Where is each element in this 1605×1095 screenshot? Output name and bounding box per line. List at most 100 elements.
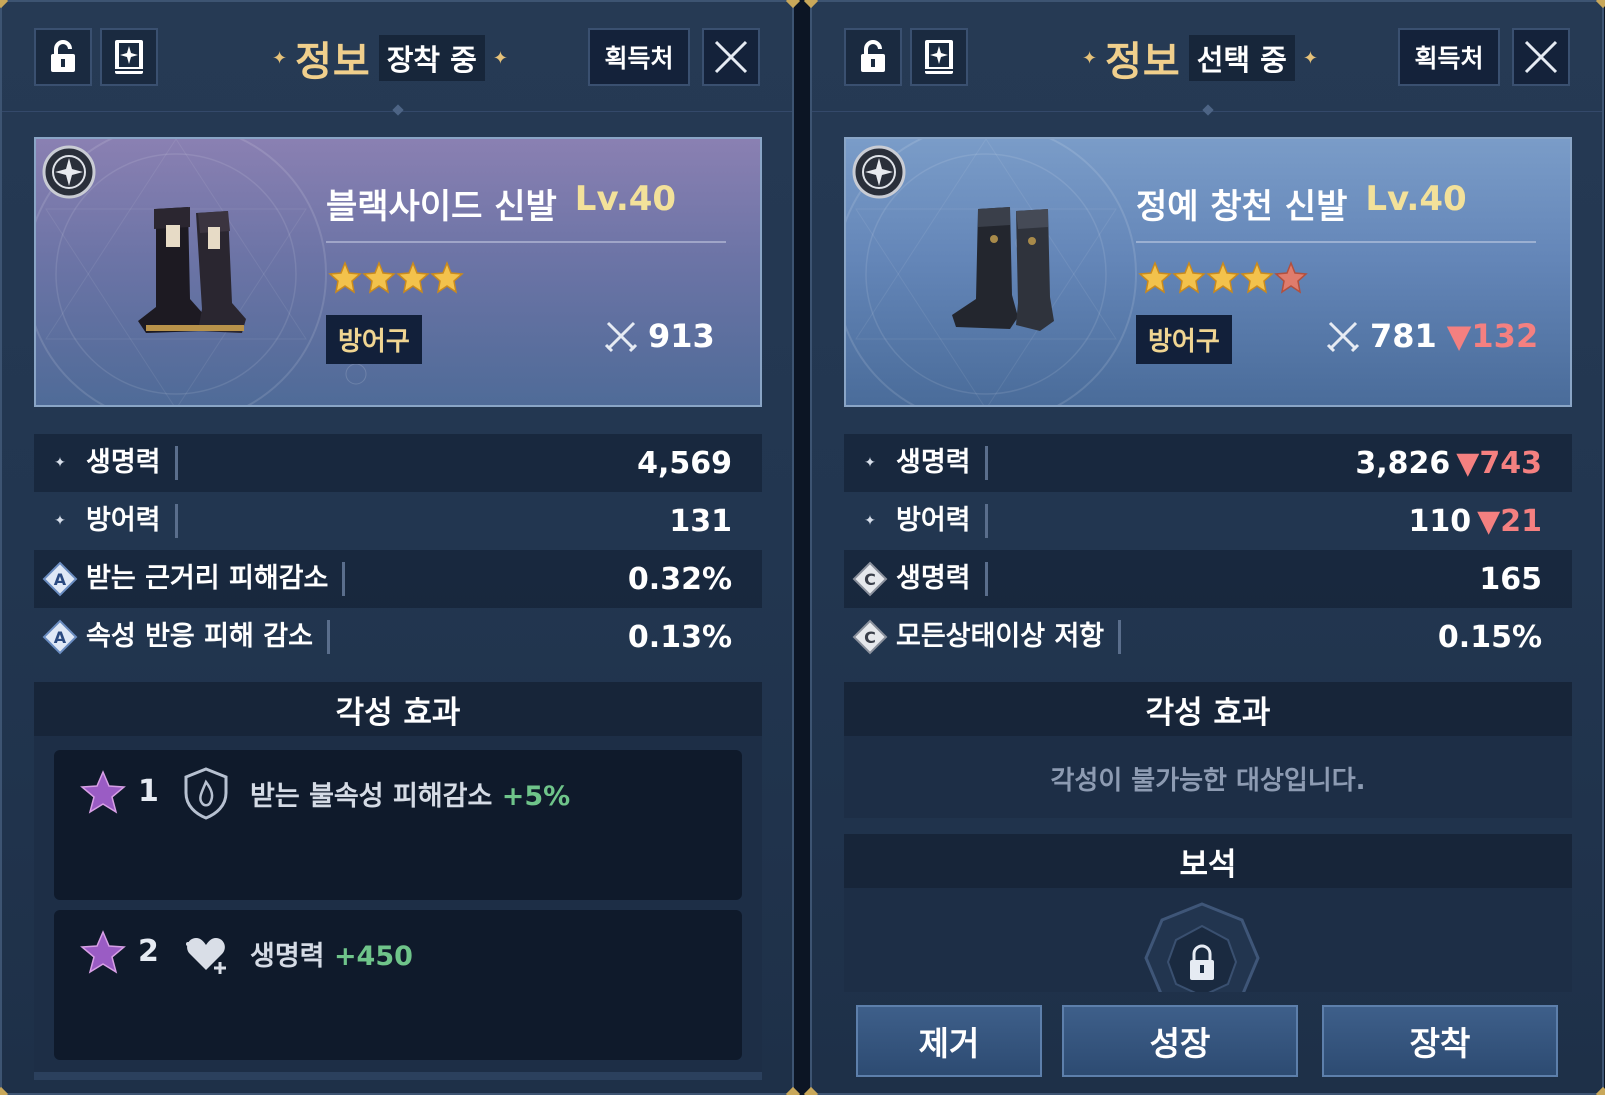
title-text: 정보 <box>1105 39 1181 85</box>
awakening-star-icon <box>80 930 126 974</box>
stat-label: 받는 근거리 피해감소 <box>86 562 346 596</box>
stat-label: 속성 반응 피해 감소 <box>86 620 330 654</box>
svg-text:C: C <box>864 628 876 647</box>
stat-label: 방어력 <box>896 504 988 538</box>
book-icon <box>115 40 143 74</box>
grade-a-icon: A <box>42 619 78 655</box>
star-icon <box>1138 261 1172 294</box>
stat-value: 3,826 ▼743 <box>1355 446 1542 481</box>
stat-row: ✦ 방어력 110 ▼21 <box>844 492 1572 550</box>
codex-button[interactable] <box>100 28 158 86</box>
awakening-level: 1 <box>138 774 159 809</box>
acquisition-source-button[interactable]: 획득처 <box>1398 28 1500 86</box>
equip-button[interactable]: 장착 <box>1322 1005 1558 1077</box>
lock-button[interactable] <box>844 28 902 86</box>
awakening-effect-label: 생명력 <box>250 941 325 972</box>
grade-emblem-icon <box>42 145 96 199</box>
divider <box>1136 241 1536 243</box>
stat-label: 생명력 <box>896 446 988 480</box>
crossed-swords-icon <box>604 321 638 353</box>
item-card: 정예 창천 신발 Lv.40 방어구 781 ▼132 <box>844 137 1572 407</box>
stat-value: 165 <box>1479 561 1542 597</box>
stat-label: 생명력 <box>86 446 178 480</box>
corner-ornament <box>1595 1086 1605 1095</box>
boots-item-image <box>138 207 246 333</box>
awakening-star-icon <box>80 770 126 814</box>
crossed-swords-icon <box>1326 321 1360 353</box>
item-type-badge: 방어구 <box>326 315 422 364</box>
grow-button[interactable]: 성장 <box>1062 1005 1298 1077</box>
diamond-icon: ✦ <box>492 47 508 69</box>
awakening-unavailable-message: 각성이 불가능한 대상입니다. <box>1050 765 1366 796</box>
svg-text:A: A <box>54 628 67 647</box>
stat-row: C 생명력 165 <box>844 550 1572 608</box>
awakening-effect-text: 받는 불속성 피해감소 +5% <box>250 774 570 813</box>
diamond-icon: ✦ <box>272 47 288 69</box>
item-name-text: 정예 창천 신발 <box>1136 187 1348 227</box>
stat-diff: ▼743 <box>1456 445 1542 481</box>
section-title: 각성 효과 <box>34 682 762 736</box>
stat-label: 생명력 <box>896 562 988 596</box>
codex-button[interactable] <box>910 28 968 86</box>
awakening-section: 각성 효과 1 받는 불속성 피해감소 +5% 2 생명력 +450 <box>34 682 762 1072</box>
section-title: 각성 효과 <box>844 682 1572 736</box>
panel-title: ✦ 정보 장착 중 ✦ <box>272 32 508 85</box>
lock-button[interactable] <box>34 28 92 86</box>
selection-state-badge: 선택 중 <box>1188 35 1295 81</box>
awakening-effect-label: 받는 불속성 피해감소 <box>250 781 493 812</box>
divider <box>326 241 726 243</box>
bullet-icon: ✦ <box>864 455 876 471</box>
stat-list: ✦ 생명력 3,826▼743 ✦ 방어력 110▼21 C 생명력 165 <box>844 434 1572 666</box>
item-level: Lv.40 <box>1365 179 1467 219</box>
star-icon-partial <box>1274 261 1308 294</box>
star-icon <box>1172 261 1206 294</box>
stat-list: ✦ 생명력 4,569 ✦ 방어력 131 A 받는 근거리 피해감소 0.32… <box>34 434 762 666</box>
fire-shield-icon <box>184 767 228 820</box>
selected-item-panel: ✦ 정보 선택 중 ✦ 획득처 정예 창천 신발 Lv.40 방어구 781 ▼… <box>803 0 1605 1095</box>
item-level: Lv.40 <box>574 179 677 219</box>
stat-value-number: 3,826 <box>1355 445 1451 481</box>
heart-icon <box>186 938 226 974</box>
stat-value: 131 <box>669 503 732 539</box>
stat-value-number: 110 <box>1408 503 1472 539</box>
awakening-section: 각성 효과 각성이 불가능한 대상입니다. <box>844 682 1572 818</box>
panel-header: ✦ 정보 장착 중 ✦ 획득처 <box>2 2 792 116</box>
close-button[interactable] <box>1512 28 1570 86</box>
combat-power-diff: ▼132 <box>1446 317 1539 355</box>
boots-item-image <box>952 207 1054 331</box>
svg-text:C: C <box>864 570 876 589</box>
acquisition-source-button[interactable]: 획득처 <box>588 28 690 86</box>
grade-a-icon: A <box>42 561 78 597</box>
scroll-indicator[interactable] <box>34 1072 762 1080</box>
stat-value: 110 ▼21 <box>1409 504 1542 539</box>
locked-gem-slot-icon[interactable] <box>1142 900 1262 992</box>
book-icon <box>925 40 953 74</box>
combat-power-value: 781 <box>1370 317 1437 355</box>
divider-ornament <box>392 104 404 116</box>
remove-button[interactable]: 제거 <box>856 1005 1042 1077</box>
diamond-icon: ✦ <box>1302 47 1318 69</box>
item-card: 블랙사이드 신발 Lv.40 방어구 913 <box>34 137 762 407</box>
star-icon <box>362 261 396 294</box>
equip-state-badge: 장착 중 <box>378 35 485 81</box>
star-icon <box>396 261 430 294</box>
stat-diff: ▼21 <box>1477 503 1542 539</box>
diamond-icon: ✦ <box>1082 47 1098 69</box>
item-name: 정예 창천 신발 Lv.40 <box>1136 179 1467 228</box>
grade-c-icon: C <box>852 619 888 655</box>
corner-ornament <box>785 1086 801 1095</box>
section-title: 보석 <box>844 834 1572 888</box>
bullet-icon: ✦ <box>54 455 66 471</box>
grade-c-icon: C <box>852 561 888 597</box>
awakening-effect-bonus: +5% <box>501 781 571 812</box>
star-icon <box>1206 261 1240 294</box>
close-button[interactable] <box>702 28 760 86</box>
item-type-badge: 방어구 <box>1136 315 1232 364</box>
item-name-text: 블랙사이드 신발 <box>326 187 557 227</box>
stat-label: 방어력 <box>86 504 178 538</box>
stat-row: A 받는 근거리 피해감소 0.32% <box>34 550 762 608</box>
close-icon <box>1524 40 1558 74</box>
stat-row: ✦ 방어력 131 <box>34 492 762 550</box>
star-rating <box>1138 261 1308 295</box>
combat-power: 781 ▼132 <box>1326 317 1538 355</box>
